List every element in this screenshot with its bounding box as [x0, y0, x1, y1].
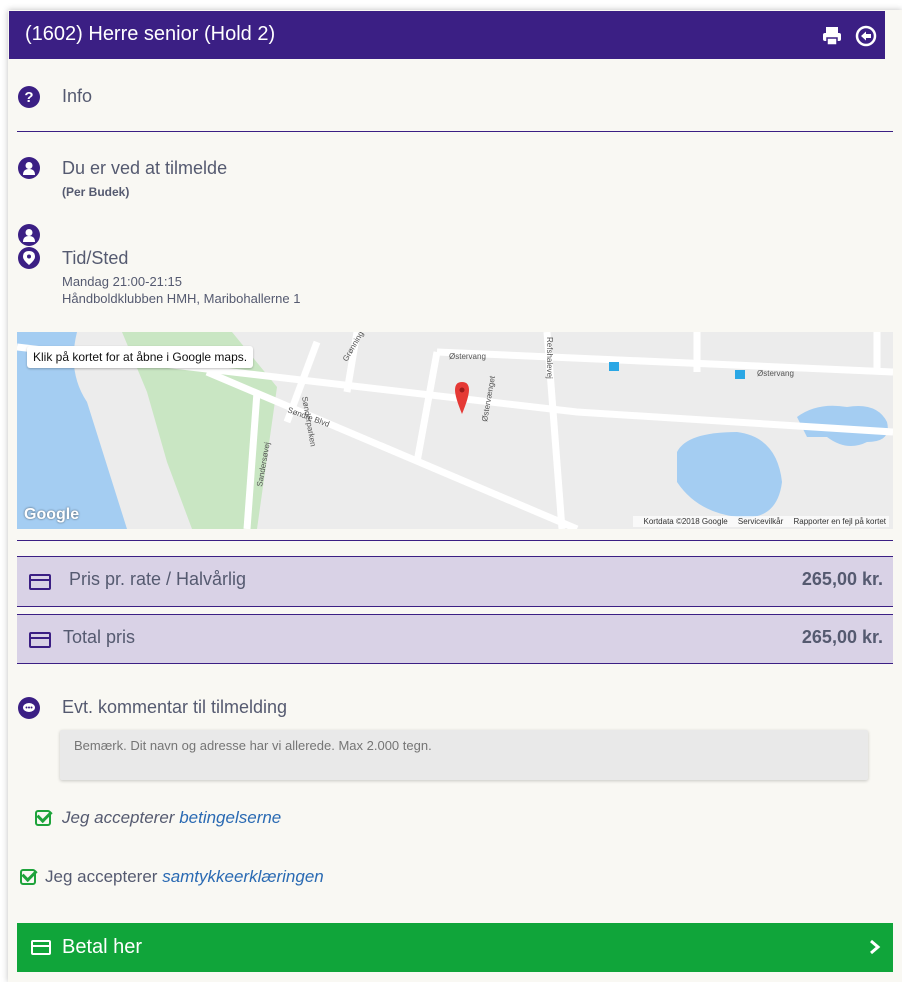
chevron-right-icon — [869, 939, 881, 960]
page-header: (1602) Herre senior (Hold 2) — [9, 11, 885, 59]
comment-field-wrapper — [60, 730, 868, 780]
time-text: Mandag 21:00-21:15 — [62, 274, 182, 289]
map[interactable]: Østervang Østervang Refshalevej Østervæn… — [17, 332, 893, 529]
price-rate-label: Pris pr. rate / Halvårlig — [69, 569, 247, 589]
comment-label: Evt. kommentar til tilmelding — [62, 697, 288, 717]
map-data-text: Kortdata ©2018 Google — [643, 517, 728, 526]
location-pin-icon — [18, 247, 40, 269]
user-icon — [18, 157, 40, 179]
terms-checkbox[interactable] — [35, 810, 51, 826]
total-price-row: Total pris 265,00 kr. — [17, 614, 893, 664]
pay-button[interactable]: Betal her — [17, 923, 893, 972]
map-street-label: Østervang — [757, 369, 794, 378]
credit-card-icon — [31, 940, 51, 955]
consent-accept-label: Jeg accepterer — [45, 867, 158, 886]
user-icon — [18, 224, 40, 246]
report-error-link[interactable]: Rapporter en fejl på kortet — [794, 517, 887, 526]
question-icon: ? — [18, 86, 40, 108]
credit-card-icon — [29, 632, 51, 648]
comment-field[interactable] — [60, 730, 868, 780]
chat-bubble-icon — [18, 697, 40, 719]
terms-accept-text: Jeg accepterer betingelserne — [62, 808, 281, 828]
page-title: (1602) Herre senior (Hold 2) — [25, 23, 276, 45]
divider — [17, 540, 893, 541]
terms-link[interactable]: betingelserne — [179, 808, 281, 827]
consent-checkbox[interactable] — [20, 869, 36, 885]
terms-accept-label: Jeg accepterer — [62, 808, 175, 827]
terms-link[interactable]: Servicevilkår — [738, 517, 783, 526]
google-logo[interactable]: Google — [24, 506, 79, 524]
consent-link[interactable]: samtykkeerklæringen — [162, 867, 324, 886]
back-arrow-icon[interactable] — [855, 25, 877, 47]
map-footer: Kortdata ©2018 Google Servicevilkår Rapp… — [632, 516, 889, 527]
map-street-label: Refshalevej — [545, 337, 554, 379]
price-rate-row: Pris pr. rate / Halvårlig 265,00 kr. — [17, 556, 893, 607]
map-street-label: Østervang — [449, 352, 486, 361]
divider — [17, 131, 893, 132]
pay-button-label: Betal her — [62, 936, 143, 958]
info-label[interactable]: Info — [62, 86, 92, 107]
map-tip: Klik på kortet for at åbne i Google maps… — [27, 346, 254, 368]
price-rate-value: 265,00 kr. — [801, 569, 883, 589]
total-price-label: Total pris — [63, 627, 136, 647]
register-person: (Per Budek) — [62, 185, 130, 199]
place-text: Håndboldklubben HMH, Maribohallerne 1 — [62, 291, 301, 306]
time-place-label: Tid/Sted — [62, 248, 129, 268]
credit-card-icon — [29, 574, 51, 590]
total-price-value: 265,00 kr. — [801, 627, 883, 647]
register-label: Du er ved at tilmelde — [62, 158, 228, 178]
consent-accept-text: Jeg accepterer samtykkeerklæringen — [45, 867, 324, 887]
print-icon[interactable] — [821, 25, 843, 47]
